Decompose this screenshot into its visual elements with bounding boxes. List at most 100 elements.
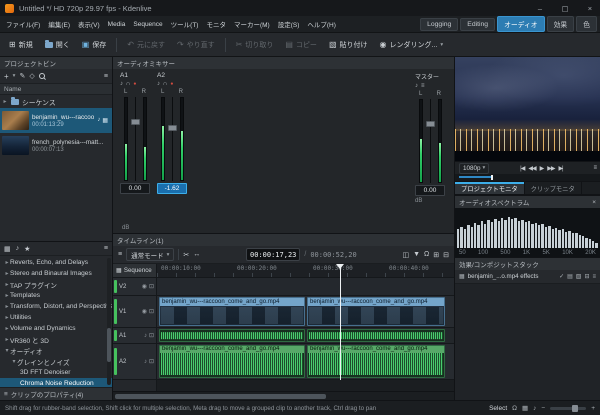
mute-icon[interactable]: ♪: [144, 333, 147, 339]
zoom-in-icon[interactable]: +: [591, 405, 595, 412]
record-icon[interactable]: ●: [170, 81, 173, 87]
tag-icon[interactable]: ◇: [29, 72, 34, 80]
effect-category-grain-noise[interactable]: ▾グレインとノイズ: [0, 356, 112, 367]
undo-button[interactable]: ↶元に戻す: [122, 37, 170, 53]
menu-item-tools[interactable]: ツール(T): [167, 19, 203, 29]
lock-icon[interactable]: ⊡: [149, 308, 154, 315]
audio-clip[interactable]: [307, 329, 445, 342]
effects-scrollbar[interactable]: [107, 258, 111, 385]
render-button[interactable]: ◉レンダリング...▾: [375, 37, 449, 53]
mute-icon[interactable]: ♪: [120, 81, 123, 87]
audio-effects-icon[interactable]: ♪: [16, 245, 20, 252]
effect-category-utilities[interactable]: ▸Utilities: [0, 312, 112, 323]
eye-icon[interactable]: ◉: [142, 283, 147, 290]
copy-effect-icon[interactable]: ▤: [567, 273, 573, 280]
snap-toggle-icon[interactable]: Ω: [512, 405, 517, 412]
lock-icon[interactable]: ⊡: [149, 358, 154, 365]
master-menu-icon[interactable]: ≡: [421, 83, 425, 89]
copy-button[interactable]: ▤コピー: [280, 37, 322, 53]
skip-forward-icon[interactable]: ▶|: [558, 165, 562, 172]
add-marker-icon[interactable]: ▼: [413, 251, 420, 258]
menu-item-media[interactable]: Media: [104, 21, 130, 28]
paste-button[interactable]: ▧貼り付け: [324, 37, 373, 53]
mute-icon[interactable]: ♪: [415, 83, 418, 89]
close-panel-icon[interactable]: ×: [592, 199, 596, 206]
volume-fader[interactable]: [168, 97, 177, 181]
lock-icon[interactable]: ⊡: [149, 283, 154, 290]
stack-menu-icon[interactable]: ≡: [592, 274, 596, 280]
insert-zone-icon[interactable]: ⊞: [433, 251, 439, 259]
timeline-horizontal-scrollbar[interactable]: [113, 391, 454, 400]
lock-icon[interactable]: ⊡: [149, 332, 154, 339]
edit-icon[interactable]: ✎: [19, 72, 25, 80]
play-icon[interactable]: ▶: [540, 165, 544, 172]
bin-item-clip-polynesia[interactable]: french_polynesia---matt... 00:00:07:13: [0, 133, 112, 158]
track-target-indicator[interactable]: [114, 330, 117, 342]
solo-icon[interactable]: ∩: [126, 81, 130, 87]
zoom-out-icon[interactable]: −: [541, 405, 545, 412]
monitor-seekbar[interactable]: [455, 174, 600, 181]
menu-item-edit[interactable]: 編集(E): [44, 19, 74, 29]
minimize-button[interactable]: –: [530, 0, 550, 16]
audio-thumbnails-icon[interactable]: ♪: [533, 405, 536, 412]
effect-category-templates[interactable]: ▸Templates: [0, 290, 112, 301]
spacer-tool-icon[interactable]: ↔: [193, 251, 200, 258]
mix-clips-icon[interactable]: ◫: [402, 251, 409, 259]
bin-menu-icon[interactable]: ≡: [104, 73, 108, 80]
timeline-menu-icon[interactable]: ≡: [118, 251, 122, 258]
solo-icon[interactable]: ∩: [163, 81, 167, 87]
chevron-down-icon[interactable]: ▾: [13, 73, 16, 79]
favorite-effects-icon[interactable]: ★: [24, 245, 30, 253]
monitor-zone[interactable]: [459, 176, 493, 178]
monitor-position-marker[interactable]: [491, 175, 493, 180]
razor-tool-icon[interactable]: ✂: [183, 251, 189, 259]
effect-category-vr360-3d[interactable]: ▸VR360 と 3D: [0, 334, 112, 345]
timeline-ruler[interactable]: 00:00:10:00 00:00:20:00 00:00:30:00 00:0…: [157, 264, 454, 278]
track-v2[interactable]: [157, 278, 454, 296]
eye-icon[interactable]: ◉: [142, 308, 147, 315]
tab-effects[interactable]: 効果: [547, 16, 575, 32]
redo-button[interactable]: ↷やり直す: [172, 37, 220, 53]
paste-effect-icon[interactable]: ▧: [576, 273, 582, 280]
bin-item-clip-raccoon[interactable]: benjamin_wu---raccoon 00:01:13:29 ♪ ▦: [0, 108, 112, 133]
volume-db-value[interactable]: 0.00: [120, 183, 150, 194]
add-clip-icon[interactable]: +: [4, 72, 9, 81]
titlebar[interactable]: Untitled */ HD 720p 29.97 fps - Kdenlive…: [0, 0, 600, 16]
tab-color[interactable]: 色: [576, 16, 597, 32]
track-v1[interactable]: benjamin_wu---raccoon_come_and_go.mp4 be…: [157, 296, 454, 328]
track-a1[interactable]: [157, 328, 454, 344]
effects-menu-icon[interactable]: ≡: [104, 245, 108, 252]
track-header-a1[interactable]: A1 ♪ ⊡: [113, 328, 156, 344]
menu-item-markers[interactable]: マーカー(M): [230, 19, 274, 29]
audio-clip[interactable]: [159, 329, 305, 342]
new-button[interactable]: ⊞新規: [4, 37, 38, 53]
track-header-v2[interactable]: V2 ◉ ⊡: [113, 278, 156, 296]
effect-item-3d-fft-denoiser[interactable]: 3D FFT Denoiser: [0, 367, 112, 378]
enable-effects-icon[interactable]: ✓: [559, 273, 564, 280]
track-header-v1[interactable]: V1 ◉ ⊡: [113, 296, 156, 328]
snap-icon[interactable]: Ω: [424, 251, 429, 258]
delete-effect-icon[interactable]: ⊟: [584, 273, 589, 280]
clip-properties-tab[interactable]: ≡ クリップのプロパティ(4): [0, 387, 112, 400]
bin-name-column-header[interactable]: Name: [0, 84, 112, 95]
video-thumbnails-icon[interactable]: ▦: [522, 404, 528, 412]
close-button[interactable]: ×: [580, 0, 600, 16]
audio-clip[interactable]: benjamin_wu---raccoon_come_and_go.mp4: [307, 345, 445, 378]
effect-category-reverb-echo-delays[interactable]: ▸Reverts, Echo, and Delays: [0, 257, 112, 268]
open-button[interactable]: 開く: [40, 37, 75, 53]
maximize-button[interactable]: ▢: [555, 0, 575, 16]
record-icon[interactable]: ●: [133, 81, 136, 87]
cut-button[interactable]: ✂切り取り: [231, 37, 279, 53]
skip-backward-icon[interactable]: |◀: [520, 165, 524, 172]
volume-fader[interactable]: [131, 97, 140, 181]
effect-category-audio[interactable]: ▾オーディオ: [0, 345, 112, 356]
tab-logging[interactable]: Logging: [420, 18, 458, 31]
fast-forward-icon[interactable]: ▶▶: [547, 165, 554, 172]
video-effects-icon[interactable]: ▦: [4, 245, 11, 253]
volume-db-value[interactable]: -1.62: [157, 183, 187, 194]
effect-category-volume-dynamics[interactable]: ▸Volume and Dynamics: [0, 323, 112, 334]
video-clip[interactable]: benjamin_wu---raccoon_come_and_go.mp4: [307, 297, 445, 326]
menu-item-file[interactable]: ファイル(F): [2, 19, 44, 29]
track-target-indicator[interactable]: [114, 280, 117, 293]
menu-item-monitor[interactable]: モニタ: [202, 19, 230, 29]
